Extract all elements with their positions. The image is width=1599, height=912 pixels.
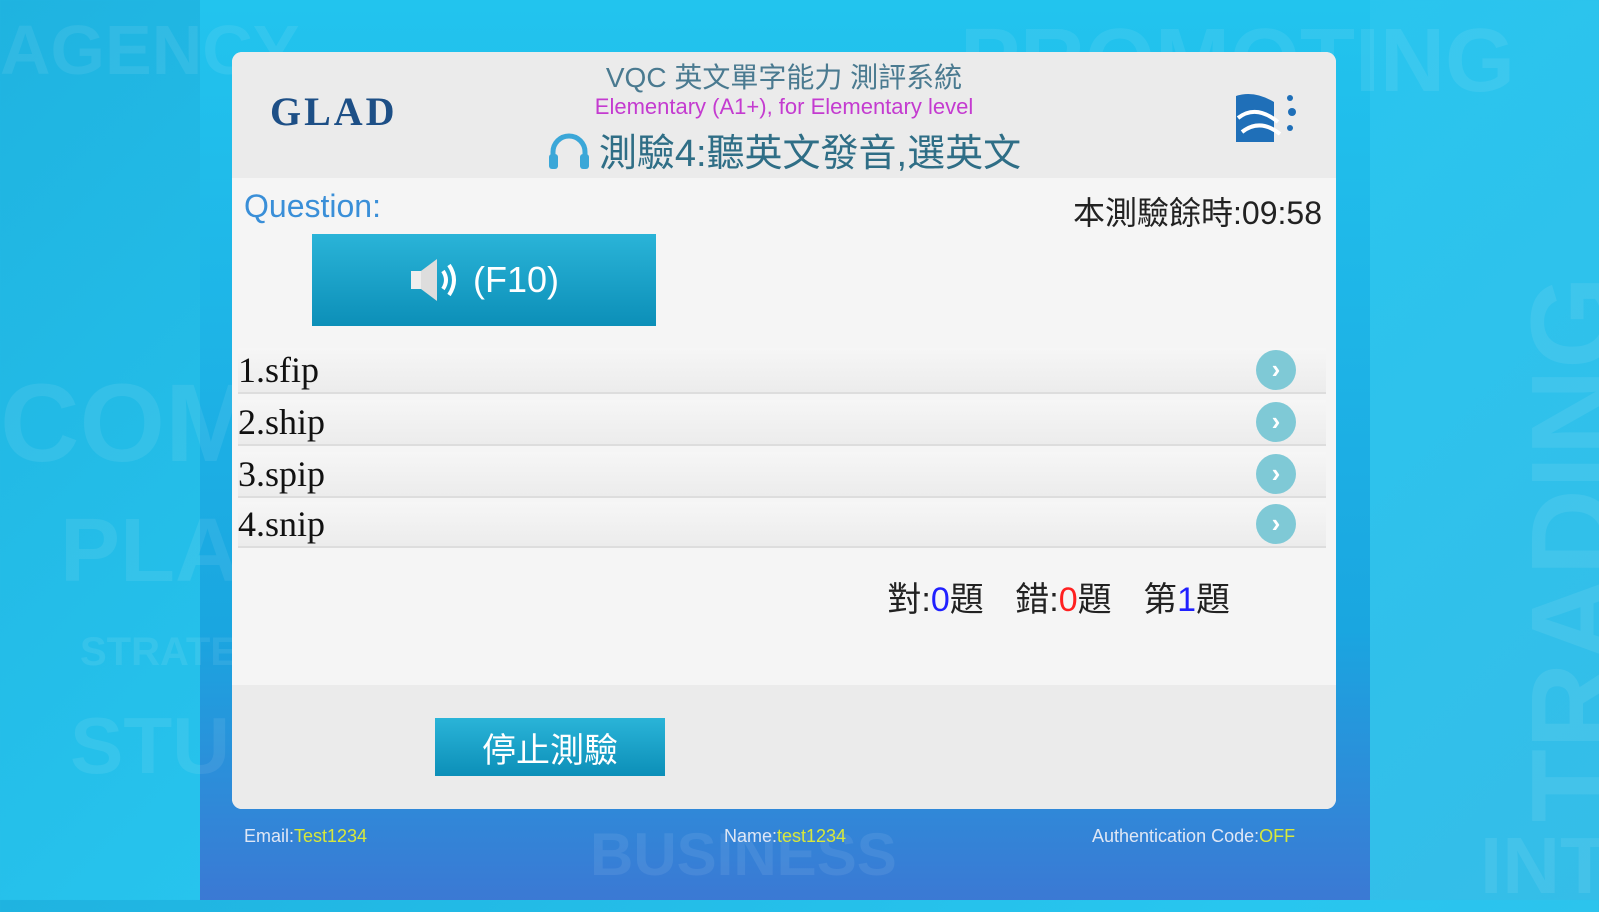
chevron-right-icon[interactable]: › [1256, 402, 1296, 442]
chevron-right-icon[interactable]: › [1256, 350, 1296, 390]
chevron-right-icon[interactable]: › [1256, 454, 1296, 494]
brand-logo-icon [1236, 94, 1296, 142]
footer-email: Email:Test1234 [244, 826, 368, 846]
headphones-icon [548, 133, 589, 169]
option-label: 1.sfip [238, 350, 319, 390]
system-title: VQC 英文單字能力 測評系統 [605, 62, 963, 93]
option-label: 3.spip [238, 454, 326, 494]
test-title: 測驗4:聽英文發音,選英文 [232, 122, 1336, 177]
speaker-icon [410, 259, 456, 301]
option-label: 4.snip [238, 504, 326, 544]
header: GLAD VQC 英文單字能力 測評系統 Elementary (A1+), f… [232, 52, 1336, 178]
level-subtitle: Elementary (A1+), for Elementary level [594, 94, 974, 119]
question-label: Question: [244, 188, 381, 224]
correct-count: 對:0題 [887, 581, 984, 619]
answer-option[interactable]: 1.sfip › [238, 348, 1326, 394]
footer-auth-code: Authentication Code:OFF [1092, 826, 1296, 846]
footer-name: Name:test1234 [724, 826, 847, 846]
time-remaining: 本測驗餘時:09:58 [1073, 195, 1322, 231]
chevron-right-icon[interactable]: › [1256, 504, 1296, 544]
option-label: 2.ship [238, 402, 326, 442]
action-bar [232, 685, 1336, 809]
answer-option[interactable]: 3.spip › [238, 452, 1326, 498]
stop-test-button[interactable]: 停止測驗 [435, 718, 665, 776]
play-audio-label: (F10) [472, 259, 559, 300]
test-panel: GLAD VQC 英文單字能力 測評系統 Elementary (A1+), f… [232, 52, 1336, 809]
test-title-text: 測驗4:聽英文發音,選英文 [598, 133, 1022, 175]
bg-word: TRADING [1506, 275, 1599, 823]
answer-option[interactable]: 2.ship › [238, 400, 1326, 446]
bg-word: INTE [1480, 821, 1599, 910]
wrong-count: 錯:0題 [1015, 581, 1112, 619]
bg-word: PLA [60, 501, 240, 601]
play-audio-button[interactable]: (F10) [312, 234, 656, 326]
question-number: 第1題 [1143, 581, 1230, 619]
score-summary: 對:0題 錯:0題 第1題 [865, 572, 1230, 621]
answer-option[interactable]: 4.snip › [238, 502, 1326, 548]
